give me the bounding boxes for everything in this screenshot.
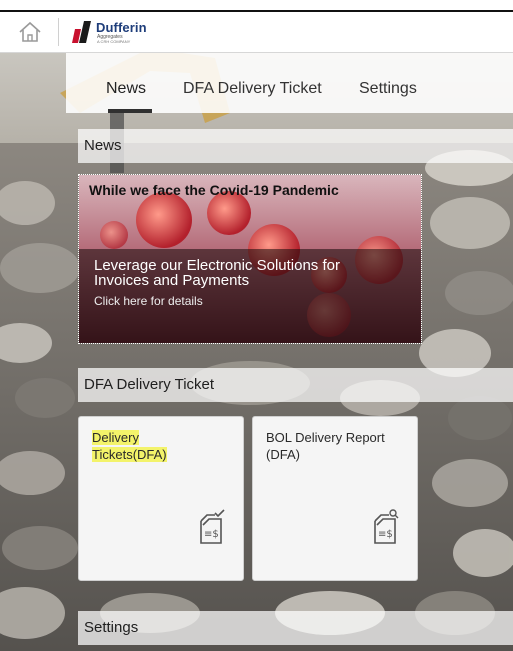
selected-tab-indicator (108, 109, 152, 113)
logo-name: Dufferin (96, 20, 147, 35)
tab-dfa-delivery-ticket[interactable]: DFA Delivery Ticket (183, 80, 322, 98)
anchor-navigation-bar: News DFA Delivery Ticket Settings (66, 53, 513, 113)
tile-title-text: Delivery Tickets(DFA) (92, 430, 167, 462)
tile-title: Delivery Tickets(DFA) (92, 429, 212, 463)
svg-text:≡$: ≡$ (204, 529, 219, 540)
bol-delivery-report-tile[interactable]: BOL Delivery Report (DFA) ≡$ (252, 416, 418, 581)
tab-news[interactable]: News (106, 80, 146, 98)
top-rule (0, 0, 513, 12)
section-title-dfa-delivery-ticket: DFA Delivery Ticket (78, 368, 513, 402)
invoice-check-icon: ≡$ (195, 509, 227, 545)
news-details-link[interactable]: Click here for details (94, 294, 203, 308)
home-button[interactable] (16, 18, 44, 46)
shell-divider (58, 18, 59, 46)
home-icon (19, 21, 41, 42)
invoice-search-icon: ≡$ (369, 509, 401, 545)
news-headline: While we face the Covid-19 Pandemic (89, 182, 339, 198)
tile-title: BOL Delivery Report (DFA) (266, 430, 385, 462)
delivery-tickets-tile[interactable]: Delivery Tickets(DFA) ≡$ (78, 416, 244, 581)
news-body: Leverage our Electronic Solutions for In… (94, 257, 340, 289)
logo-mark-icon (72, 21, 91, 43)
company-logo[interactable]: Dufferin Aggregates A CRH COMPANY (72, 18, 162, 46)
section-title-news: News (78, 129, 513, 163)
news-tile[interactable]: While we face the Covid-19 Pandemic Leve… (78, 174, 422, 344)
section-title-settings: Settings (78, 611, 513, 645)
tab-settings[interactable]: Settings (359, 80, 417, 98)
launchpad-stage: News DFA Delivery Ticket Settings News W… (0, 53, 513, 651)
logo-tagline: A CRH COMPANY (97, 39, 131, 44)
shell-bar: Dufferin Aggregates A CRH COMPANY (0, 12, 513, 53)
svg-text:≡$: ≡$ (378, 529, 393, 540)
